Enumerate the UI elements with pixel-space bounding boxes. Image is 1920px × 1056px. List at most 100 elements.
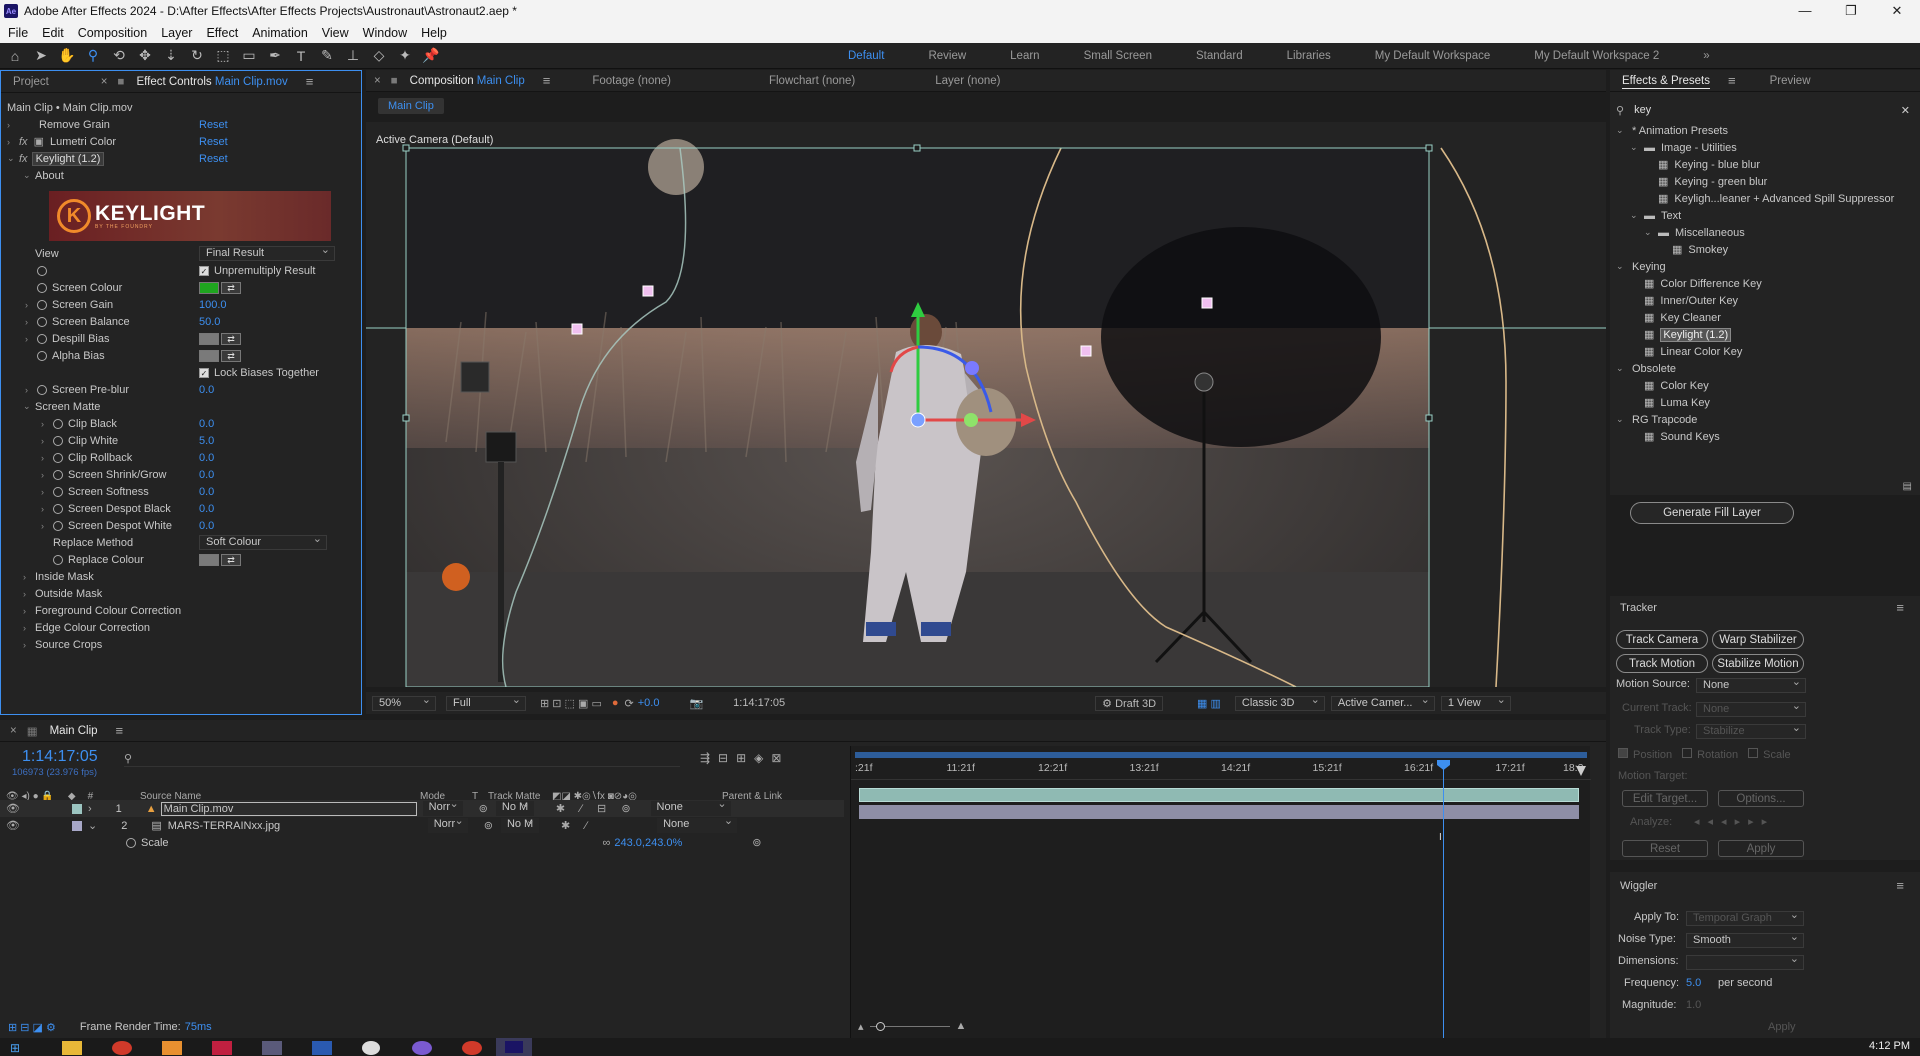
new-folder-icon[interactable]: ▤ xyxy=(1903,481,1912,492)
panel-menu-icon[interactable]: ≡ xyxy=(1890,600,1910,615)
zoom-slider[interactable]: ▴ ▲ xyxy=(858,1018,1058,1034)
preset-item[interactable]: ▦ Keylight (1.2) xyxy=(1610,326,1920,343)
workspace-default[interactable]: Default xyxy=(848,50,884,62)
resolution-dropdown[interactable]: Full xyxy=(446,694,526,711)
close-icon[interactable]: × xyxy=(374,75,381,87)
preset-item[interactable]: ▦ Luma Key xyxy=(1610,394,1920,411)
blend-mode-dropdown[interactable]: Norr xyxy=(422,798,463,816)
puppet-pin-icon[interactable]: 📌 xyxy=(420,45,442,67)
preset-item[interactable]: ▦ Color Difference Key xyxy=(1610,275,1920,292)
shrink-grow-value[interactable]: 0.0 xyxy=(199,466,214,483)
softness-value[interactable]: 0.0 xyxy=(199,483,214,500)
preset-item[interactable]: ▦ Keying - green blur xyxy=(1610,173,1920,190)
foreground-correction-toggle[interactable]: › Foreground Colour Correction xyxy=(23,602,181,619)
lock-icon[interactable]: ■ xyxy=(391,75,398,87)
workspace-my-default[interactable]: My Default Workspace xyxy=(1375,50,1490,62)
app-icon[interactable] xyxy=(162,1041,182,1055)
dolly-camera-icon[interactable]: ⇣ xyxy=(160,45,182,67)
panel-menu-icon[interactable]: ≡ xyxy=(110,723,130,738)
timeline-timecode[interactable]: 1:14:17:05 xyxy=(22,748,98,766)
tab-preview[interactable]: Preview xyxy=(1758,75,1823,87)
playhead[interactable]: I xyxy=(1437,760,1450,1038)
layer-name[interactable]: MARS-TERRAINxx.jpg xyxy=(166,820,422,832)
blend-mode-dropdown[interactable]: Norr xyxy=(427,815,468,833)
stopwatch-icon[interactable] xyxy=(53,469,63,480)
stopwatch-icon[interactable] xyxy=(53,486,63,497)
menu-window[interactable]: Window xyxy=(363,26,407,40)
pen-tool-icon[interactable]: ✒ xyxy=(264,45,286,67)
color-manage-icon[interactable]: ● xyxy=(612,697,619,709)
renderer-dropdown[interactable]: Classic 3D xyxy=(1234,694,1325,711)
layer-row[interactable]: 👁 › 1 ▲ Main Clip.mov Norr ⊚ No M ✱ ∕ ⊟ … xyxy=(0,798,844,817)
stopwatch-icon[interactable] xyxy=(37,265,47,276)
pan-camera-icon[interactable]: ✥ xyxy=(134,45,156,67)
layer-name[interactable]: Main Clip.mov xyxy=(160,801,417,816)
comp-nav-button[interactable]: Main Clip xyxy=(378,98,444,114)
panel-menu-icon[interactable]: ≡ xyxy=(1890,878,1910,893)
replace-method-dropdown[interactable]: Soft Colour xyxy=(199,533,327,550)
exposure-reset-icon[interactable]: ⟳ xyxy=(625,697,634,710)
preset-item[interactable]: ▦ Key Cleaner xyxy=(1610,309,1920,326)
word-icon[interactable] xyxy=(312,1041,332,1055)
views-dropdown[interactable]: 1 View xyxy=(1440,694,1511,711)
screen-colour-swatch[interactable]: ⇄ xyxy=(199,279,241,296)
exposure-value[interactable]: +0.0 xyxy=(638,697,660,709)
timeline-search[interactable]: ⚲ xyxy=(124,752,680,767)
layer-bar-main-clip[interactable] xyxy=(859,788,1579,802)
snapshot-icon[interactable]: 📷 xyxy=(689,697,703,710)
preset-folder[interactable]: ⌄ ▬ Image - Utilities xyxy=(1610,139,1920,156)
panel-menu-icon[interactable]: ≡ xyxy=(1722,73,1742,88)
brush-tool-icon[interactable]: ✎ xyxy=(316,45,338,67)
stopwatch-icon[interactable] xyxy=(53,520,63,531)
warp-stabilizer-button[interactable]: Warp Stabilizer xyxy=(1712,630,1804,649)
stopwatch-icon[interactable] xyxy=(37,333,47,344)
effect-keylight[interactable]: ⌄ fx Keylight (1.2) Reset xyxy=(7,150,357,167)
effect-category[interactable]: ⌄ RG Trapcode xyxy=(1610,411,1920,428)
menu-layer[interactable]: Layer xyxy=(161,26,192,40)
workspace-review[interactable]: Review xyxy=(928,50,966,62)
type-tool-icon[interactable]: T xyxy=(290,45,312,67)
timeline-graph[interactable]: :21f 11:21f 12:21f 13:21f 14:21f 15:21f 16:21f… xyxy=(850,746,1591,1038)
selection-tool-icon[interactable]: ➤ xyxy=(30,45,52,67)
clip-rollback-value[interactable]: 0.0 xyxy=(199,449,214,466)
zoom-tool-icon[interactable]: ⚲ xyxy=(82,45,104,67)
preset-folder[interactable]: ⌄ ▬ Miscellaneous xyxy=(1610,224,1920,241)
browser-icon[interactable] xyxy=(112,1041,132,1055)
stopwatch-icon[interactable] xyxy=(37,316,47,327)
stopwatch-icon[interactable] xyxy=(37,350,47,361)
effect-category[interactable]: ⌄ * Animation Presets xyxy=(1610,122,1920,139)
workspace-learn[interactable]: Learn xyxy=(1010,50,1039,62)
workspace-small-screen[interactable]: Small Screen xyxy=(1084,50,1152,62)
screen-balance-value[interactable]: 50.0 xyxy=(199,313,220,330)
app-icon[interactable] xyxy=(462,1041,482,1055)
rotate-tool-icon[interactable]: ↻ xyxy=(186,45,208,67)
motion-source-dropdown[interactable]: None xyxy=(1696,676,1806,693)
reset-link[interactable]: Reset xyxy=(199,136,228,148)
app-icon[interactable] xyxy=(262,1041,282,1055)
3d-ground-icon[interactable]: ▦ ▥ xyxy=(1197,697,1221,710)
layer-row[interactable]: 👁 ⌄ 2 ▤ MARS-TERRAINxx.jpg Norr ⊚ No M ✱… xyxy=(0,815,844,834)
outside-mask-toggle[interactable]: › Outside Mask xyxy=(23,585,102,602)
alpha-bias-swatch[interactable]: ⇄ xyxy=(199,347,241,364)
current-time-display[interactable]: 1:14:17:05 xyxy=(733,697,785,709)
tab-footage[interactable]: Footage (none) xyxy=(580,75,683,87)
app-icon[interactable] xyxy=(362,1041,380,1055)
stopwatch-icon[interactable] xyxy=(126,837,136,848)
stopwatch-icon[interactable] xyxy=(53,503,63,514)
track-motion-button[interactable]: Track Motion xyxy=(1616,654,1708,673)
frequency-value[interactable]: 5.0 xyxy=(1686,977,1701,989)
tab-project[interactable]: Project xyxy=(1,76,61,88)
composition-viewer[interactable]: Active Camera (Default) xyxy=(366,122,1606,687)
tab-timeline-main-clip[interactable]: Main Clip xyxy=(38,725,110,737)
preset-item[interactable]: ▦ Inner/Outer Key xyxy=(1610,292,1920,309)
preset-item[interactable]: ▦ Color Key xyxy=(1610,377,1920,394)
panel-menu-icon[interactable]: ≡ xyxy=(300,74,320,89)
timeline-switches-icons[interactable]: ⇶⊟⊞◈⊠ xyxy=(700,751,789,765)
about-toggle[interactable]: ⌄ About xyxy=(23,167,64,184)
screen-preblur-value[interactable]: 0.0 xyxy=(199,381,214,398)
preset-item[interactable]: ▦ Keying - blue blur xyxy=(1610,156,1920,173)
lock-icon[interactable]: ■ xyxy=(118,76,125,88)
despot-black-value[interactable]: 0.0 xyxy=(199,500,214,517)
grid-icon[interactable]: ⊞ ⊡ ⬚ ▣ ▭ xyxy=(540,697,602,710)
inside-mask-toggle[interactable]: › Inside Mask xyxy=(23,568,94,585)
